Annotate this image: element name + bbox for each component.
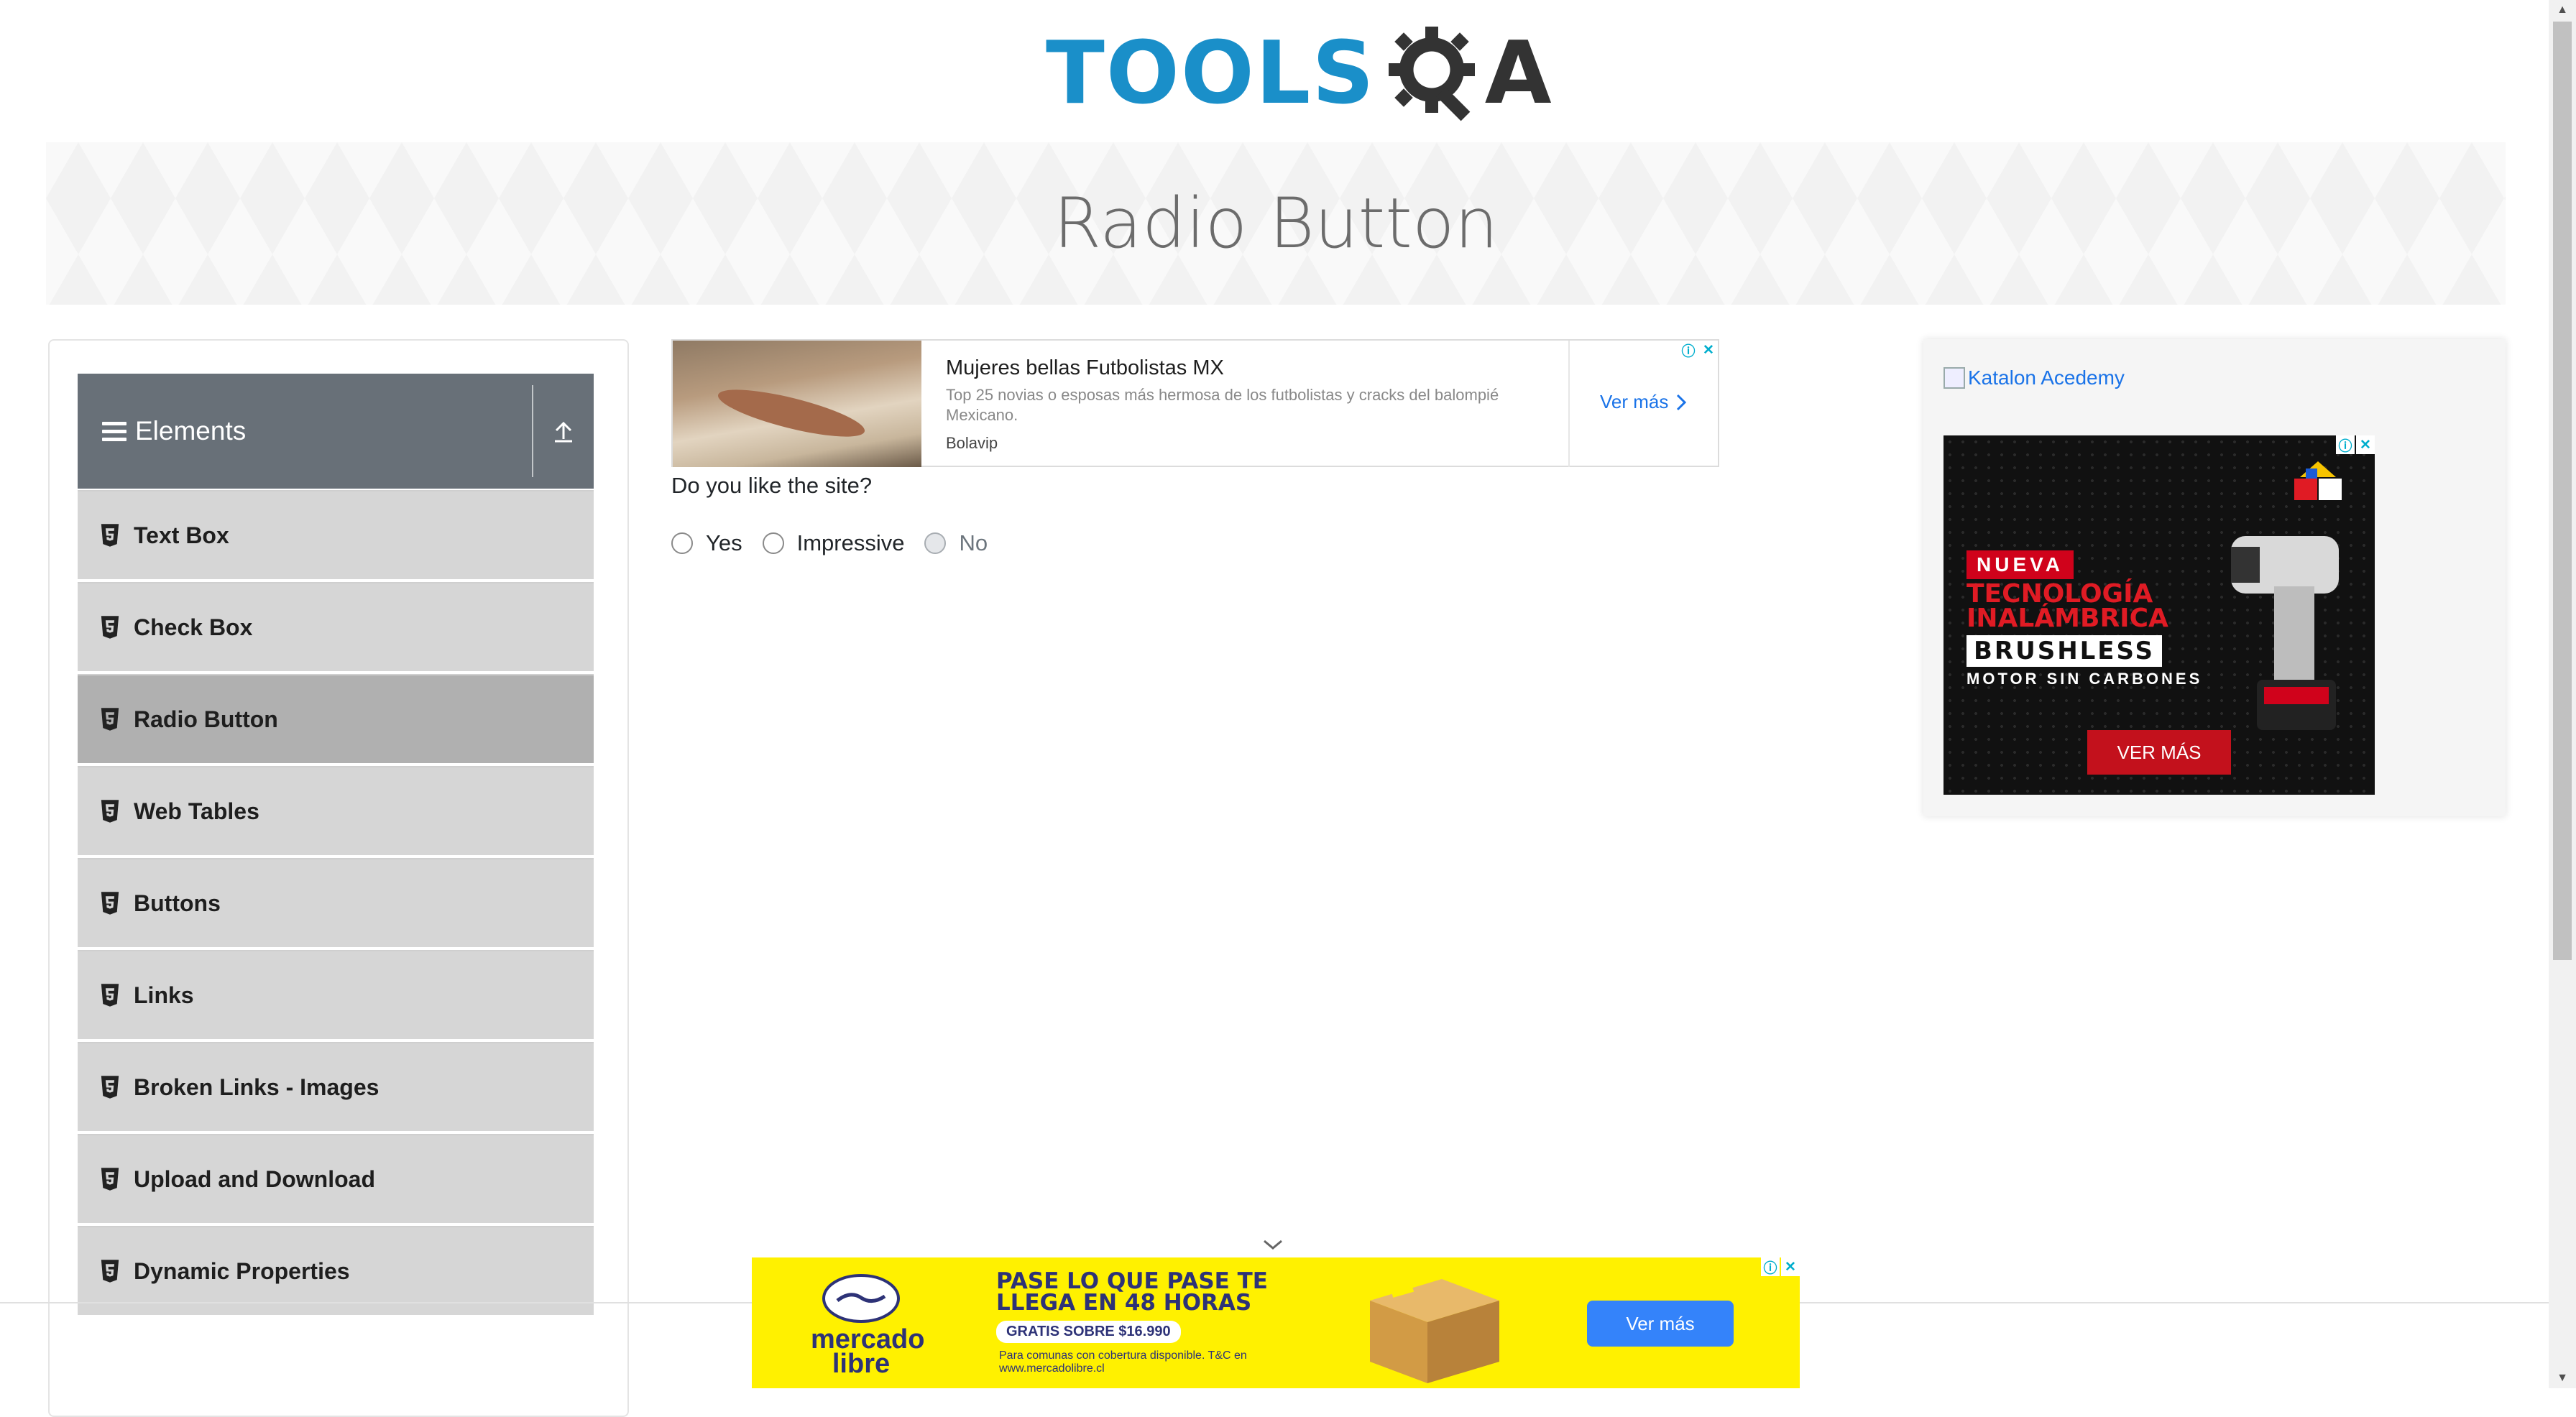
ad-brushless: BRUSHLESS [1966, 635, 2162, 667]
sidebar-item-label: Dynamic Properties [134, 1257, 350, 1284]
scroll-down-icon[interactable]: ▼ [2549, 1368, 2576, 1388]
sidebar-item-label: Links [134, 982, 194, 1008]
bottom-advertisement[interactable]: mercado libre PASE LO QUE PASE TE LLEGA … [752, 1257, 1800, 1388]
radio-impressive[interactable]: Impressive [762, 530, 905, 556]
radio-label: No [959, 530, 988, 555]
radio-no: No [924, 530, 988, 556]
sidebar-item-broken-links[interactable]: Broken Links - Images [78, 1042, 594, 1131]
mercadolibre-logo: mercado libre [811, 1273, 925, 1379]
sidebar-menu: Text Box Check Box Radio Button Web Tabl… [78, 490, 594, 1318]
sidebar-item-links[interactable]: Links [78, 950, 594, 1039]
info-icon[interactable]: ⓘ [2336, 435, 2355, 454]
html5-shield-icon [101, 616, 119, 639]
gear-magnifier-icon [1388, 27, 1475, 121]
top-advertisement[interactable]: Mujeres bellas Futbolistas MX Top 25 nov… [671, 339, 1719, 467]
group-title: Elements [135, 416, 247, 446]
ad-badge: ⓘ ✕ [2336, 435, 2375, 454]
drill-image [2231, 536, 2339, 730]
ad-fine-print: Para comunas con cobertura disponible. T… [999, 1349, 1247, 1375]
ad-title[interactable]: Mujeres bellas Futbolistas MX [946, 356, 1224, 380]
radio-circle[interactable] [762, 532, 784, 554]
ad-image[interactable] [673, 341, 921, 467]
page-banner: Radio Button [46, 142, 2506, 305]
ad-description: Top 25 novias o esposas más hermosa de l… [946, 386, 1499, 424]
ad-cta-link[interactable]: Ver más [1600, 391, 1687, 413]
radio-group: Yes Impressive No [671, 530, 1008, 556]
sidebar-item-upload-download[interactable]: Upload and Download [78, 1134, 594, 1223]
package-icon [1370, 1279, 1499, 1383]
ad-badge-nueva: NUEVA [1966, 550, 2074, 579]
radio-yes[interactable]: Yes [671, 530, 742, 556]
broken-image-icon [1944, 367, 1965, 389]
radio-circle [924, 532, 947, 554]
html5-shield-icon [101, 1168, 119, 1191]
sidebar-item-check-box[interactable]: Check Box [78, 582, 594, 671]
sidebar-item-label: Buttons [134, 890, 221, 916]
handshake-icon [822, 1274, 900, 1323]
close-icon[interactable]: ✕ [1781, 1257, 1800, 1276]
radio-label[interactable]: Impressive [797, 530, 905, 556]
sidebar-item-label: Check Box [134, 614, 253, 640]
group-header-elements[interactable]: Elements [78, 374, 594, 489]
sidebar-item-label: Broken Links - Images [134, 1074, 380, 1100]
sidebar-item-label: Upload and Download [134, 1166, 375, 1192]
ad-cta-button[interactable]: Ver más [1587, 1301, 1734, 1347]
html5-shield-icon [101, 1076, 119, 1099]
ad-badge: ⓘ ✕ [1761, 1257, 1800, 1276]
page-title: Radio Button [1053, 183, 1499, 264]
katalon-academy-link[interactable]: Katalon Acedemy [1944, 366, 2125, 389]
collapse-button[interactable] [533, 374, 594, 489]
page-scrollbar[interactable]: ▲ ▼ [2549, 0, 2576, 1388]
sidebar-item-label: Text Box [134, 522, 229, 548]
info-icon[interactable]: ⓘ [1761, 1257, 1780, 1276]
katalon-link-text[interactable]: Katalon Acedemy [1968, 366, 2125, 389]
html5-shield-icon [101, 708, 119, 731]
sidebar-item-text-box[interactable]: Text Box [78, 490, 594, 579]
radio-label[interactable]: Yes [706, 530, 742, 556]
drill-advertisement[interactable]: NUEVA TECNOLOGÍA INALÁMBRICA BRUSHLESS M… [1944, 435, 2375, 795]
brand-flag-icon [2294, 461, 2342, 500]
html5-shield-icon [101, 984, 119, 1007]
arrow-up-icon [555, 421, 572, 443]
close-icon[interactable]: ✕ [2356, 435, 2375, 454]
chevron-right-icon [1677, 394, 1687, 410]
ad-badge: ⓘ ✕ [1679, 341, 1718, 359]
ad-headline: PASE LO QUE PASE TE LLEGA EN 48 HORAS [996, 1268, 1268, 1316]
sidebar-item-label: Web Tables [134, 798, 259, 824]
html5-shield-icon [101, 524, 119, 547]
ad-source: Bolavip [946, 434, 998, 452]
scroll-thumb[interactable] [2553, 22, 2572, 960]
logo-text-suffix: A [1484, 24, 1552, 124]
logo-text: TOOLS [1046, 24, 1376, 124]
radio-circle[interactable] [671, 532, 693, 554]
hamburger-icon [102, 421, 126, 441]
toolsqa-logo[interactable]: TOOLS A [1046, 20, 1552, 128]
scroll-up-icon[interactable]: ▲ [2549, 0, 2576, 20]
ad-gratis-badge: GRATIS SOBRE $16.990 [996, 1321, 1181, 1343]
sidebar-item-web-tables[interactable]: Web Tables [78, 766, 594, 855]
ad-motor: MOTOR SIN CARBONES [1966, 670, 2203, 688]
sidebar-item-buttons[interactable]: Buttons [78, 858, 594, 947]
sidebar-item-label: Radio Button [134, 706, 278, 732]
sidebar-item-radio-button[interactable]: Radio Button [78, 674, 594, 763]
close-icon[interactable]: ✕ [1699, 341, 1718, 359]
html5-shield-icon [101, 1260, 119, 1283]
chevron-down-icon[interactable] [1262, 1237, 1284, 1252]
ad-cta-label: Ver más [1600, 391, 1669, 412]
html5-shield-icon [101, 800, 119, 823]
info-icon[interactable]: ⓘ [1679, 341, 1698, 359]
question-text: Do you like the site? [671, 473, 873, 498]
html5-shield-icon [101, 892, 119, 915]
ad-headline: TECNOLOGÍA INALÁMBRICA [1966, 579, 2168, 633]
ad-cta-button[interactable]: VER MÁS [2087, 730, 2231, 775]
ad-divider [1568, 341, 1570, 467]
ml-brand-text: mercado libre [811, 1324, 925, 1379]
